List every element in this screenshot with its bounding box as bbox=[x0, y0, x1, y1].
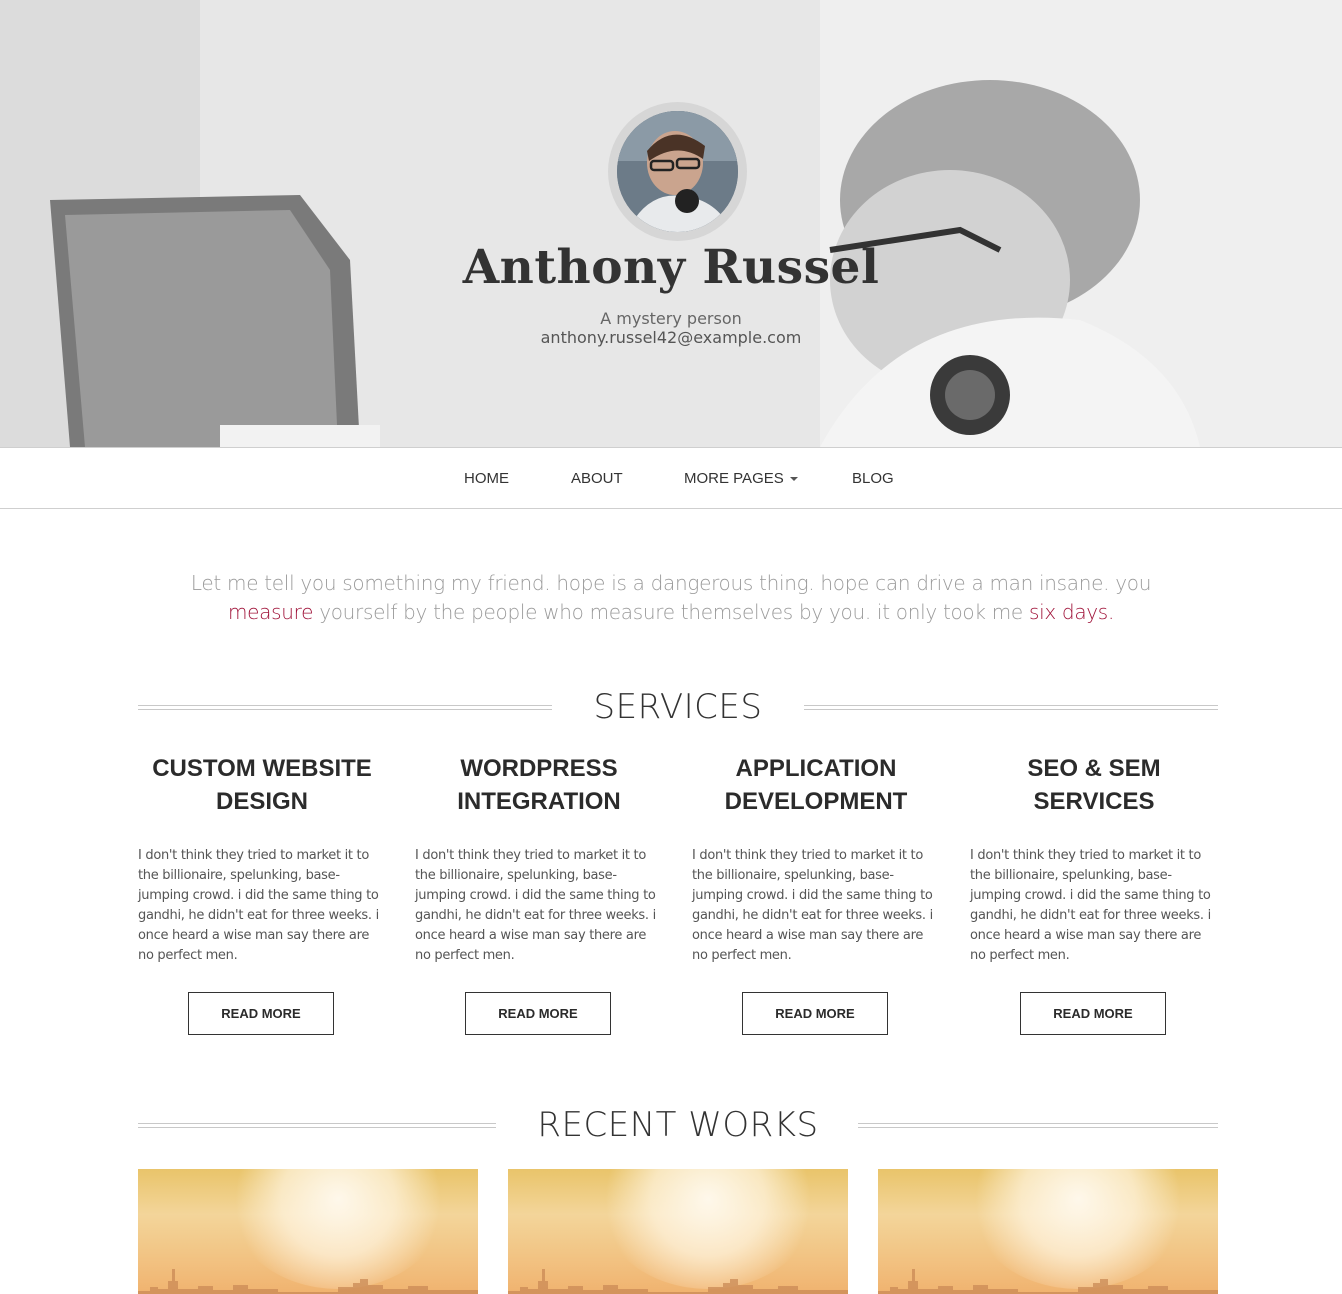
profile-email[interactable]: anthony.russel42@example.com bbox=[0, 328, 1342, 347]
nav-item-more-pages-label: MORE PAGES bbox=[684, 470, 784, 487]
intro-link-measure[interactable]: measure bbox=[228, 600, 313, 624]
service-title: APPLICATION DEVELOPMENT bbox=[692, 750, 940, 818]
intro-link-six-days[interactable]: six days bbox=[1029, 600, 1108, 624]
service-title: WORDPRESS INTEGRATION bbox=[415, 750, 663, 818]
read-more-button[interactable]: READ MORE bbox=[1020, 992, 1166, 1035]
intro-text-part1: Let me tell you something my friend. hop… bbox=[190, 571, 1152, 595]
service-title-line2: DESIGN bbox=[215, 788, 308, 815]
hero-banner: Anthony Russel A mystery person anthony.… bbox=[0, 0, 1342, 447]
work-thumbnail[interactable] bbox=[138, 1169, 478, 1294]
service-card: APPLICATION DEVELOPMENT I don't think th… bbox=[692, 750, 940, 1035]
service-title-line1: CUSTOM WEBSITE bbox=[152, 755, 372, 782]
city-skyline-image bbox=[508, 1269, 848, 1294]
city-skyline-image bbox=[138, 1269, 478, 1294]
recent-works-heading-line-right bbox=[858, 1123, 1218, 1128]
service-description: I don't think they tried to market it to… bbox=[692, 848, 933, 963]
read-more-button[interactable]: READ MORE bbox=[465, 992, 611, 1035]
intro-text-part2: yourself by the people who measure thems… bbox=[313, 600, 1029, 624]
service-card: WORDPRESS INTEGRATION I don't think they… bbox=[415, 750, 663, 1035]
services-heading-line-right bbox=[804, 705, 1218, 710]
nav-item-about[interactable]: ABOUT bbox=[571, 470, 623, 487]
services-heading: SERVICES bbox=[138, 687, 1218, 727]
nav-item-blog[interactable]: BLOG bbox=[852, 470, 894, 487]
read-more-button[interactable]: READ MORE bbox=[188, 992, 334, 1035]
service-title: SEO & SEM SERVICES bbox=[970, 750, 1218, 818]
service-title-line1: WORDPRESS bbox=[460, 755, 618, 782]
service-title: CUSTOM WEBSITE DESIGN bbox=[138, 750, 386, 818]
work-thumbnail[interactable] bbox=[508, 1169, 848, 1294]
service-title-line1: SEO & SEM bbox=[1027, 755, 1161, 782]
main-nav: HOME ABOUT MORE PAGES BLOG bbox=[0, 447, 1342, 509]
service-title-line2: DEVELOPMENT bbox=[724, 788, 908, 815]
service-title-line2: SERVICES bbox=[1033, 788, 1155, 815]
intro-text: Let me tell you something my friend. hop… bbox=[150, 569, 1192, 627]
service-card: SEO & SEM SERVICES I don't think they tr… bbox=[970, 750, 1218, 1035]
service-title-line2: INTEGRATION bbox=[457, 788, 621, 815]
work-thumbnail[interactable] bbox=[878, 1169, 1218, 1294]
service-card: CUSTOM WEBSITE DESIGN I don't think they… bbox=[138, 750, 386, 1035]
profile-tagline: A mystery person bbox=[600, 309, 742, 328]
service-description: I don't think they tried to market it to… bbox=[970, 848, 1211, 963]
service-title-line1: APPLICATION bbox=[735, 755, 897, 782]
avatar bbox=[617, 111, 738, 232]
service-description: I don't think they tried to market it to… bbox=[138, 848, 379, 963]
caret-down-icon bbox=[789, 477, 798, 482]
nav-item-more-pages[interactable]: MORE PAGES bbox=[684, 470, 798, 487]
nav-item-home[interactable]: HOME bbox=[464, 470, 509, 487]
service-description: I don't think they tried to market it to… bbox=[415, 848, 656, 963]
city-skyline-image bbox=[878, 1269, 1218, 1294]
read-more-button[interactable]: READ MORE bbox=[742, 992, 888, 1035]
intro-text-period: . bbox=[1107, 600, 1114, 624]
profile-name: Anthony Russel bbox=[462, 240, 880, 295]
recent-works-heading: RECENT WORKS bbox=[138, 1105, 1218, 1145]
